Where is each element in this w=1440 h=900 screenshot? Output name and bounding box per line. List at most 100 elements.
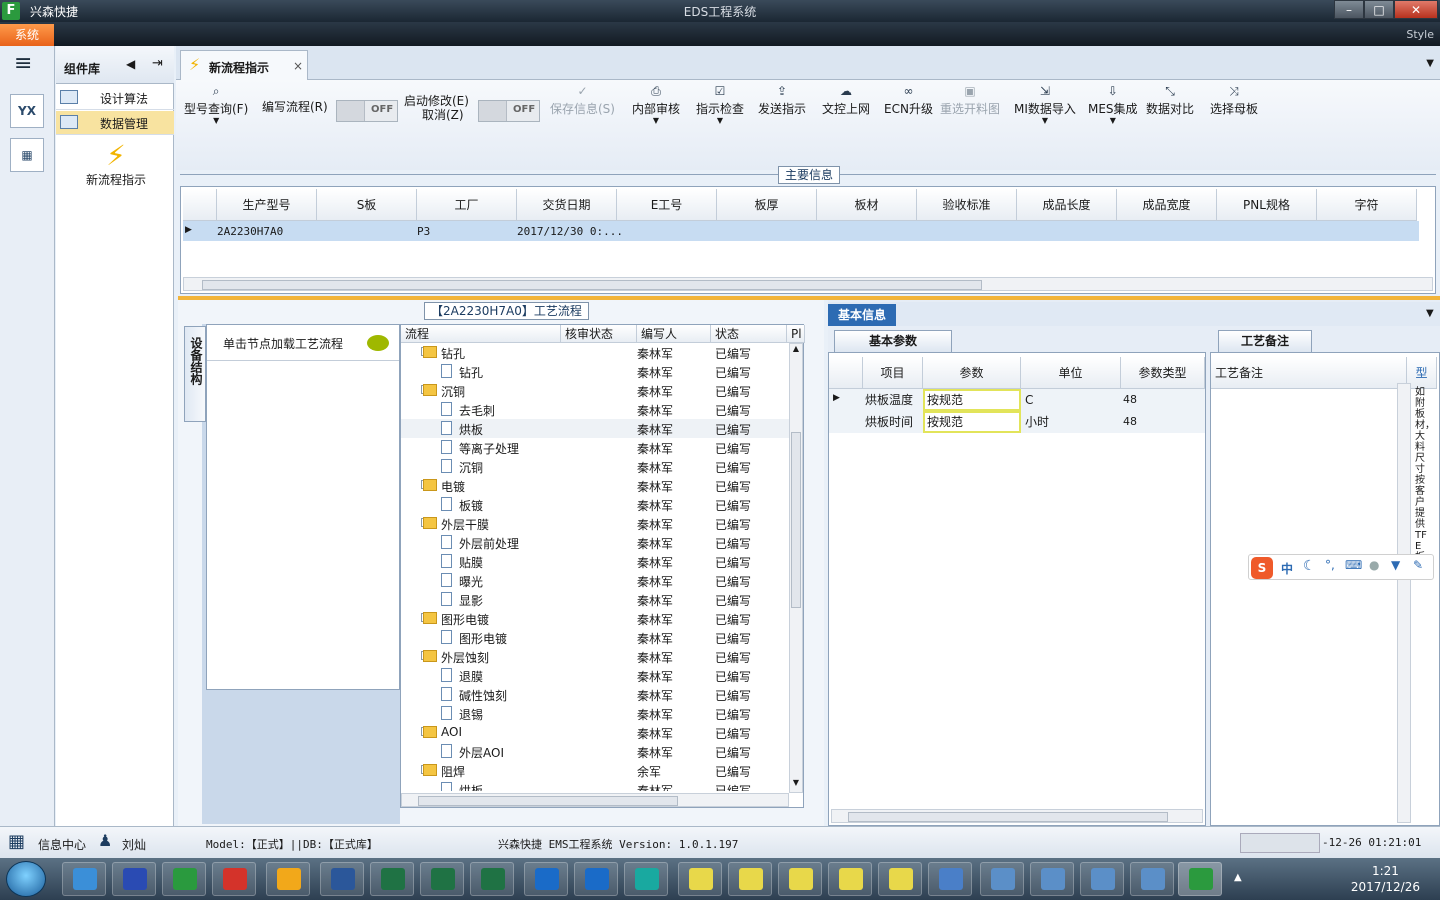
cell-param-input[interactable]: 按规范 [923,411,1021,433]
scroll-up-icon[interactable]: ▲ [791,344,801,356]
maximize-button[interactable]: □ [1364,0,1394,19]
taskbar-x-1[interactable] [678,862,722,896]
col-header[interactable]: 板厚 [717,189,817,221]
style-menu[interactable]: Style [1406,28,1434,41]
yx-factory-icon[interactable]: YX [10,94,44,128]
col-header[interactable]: 工艺备注 [1211,357,1407,389]
tab-dropdown-icon[interactable]: ▼ [1426,58,1434,69]
col-header[interactable]: 型 [1407,357,1437,389]
cell-factory[interactable]: P3 [417,225,430,238]
taskbar-img-1[interactable] [980,862,1024,896]
taskbar-excel-1[interactable] [370,862,414,896]
col-header[interactable]: 板材 [817,189,917,221]
taskbar-ie[interactable] [62,862,106,896]
cell-item[interactable]: 烘板温度 [865,389,913,411]
ime-mode-label[interactable]: 中 [1281,560,1293,577]
user-icon[interactable]: ● [1369,558,1379,572]
col-header[interactable]: 参数类型 [1121,357,1205,389]
col-header[interactable]: 状态 [711,325,787,343]
cell-unit[interactable]: 小时 [1025,411,1049,433]
taskbar-shell[interactable] [266,862,310,896]
taskbar-word[interactable] [320,862,364,896]
tab-close-icon[interactable]: × [293,59,303,73]
info-center-label[interactable]: 信息中心 [38,836,86,853]
col-header[interactable]: 单位 [1021,357,1121,389]
horizontal-scrollbar[interactable] [183,277,1433,291]
taskbar-excel-2[interactable] [420,862,464,896]
cell-model[interactable]: 2A2230H7A0 [217,225,283,238]
tree-row[interactable]: 外层AOI 秦林军 已编写 [401,742,791,761]
col-header[interactable]: 工厂 [417,189,517,221]
write-flow-toggle[interactable]: OFF [336,100,398,122]
scroll-thumb[interactable] [791,432,801,608]
instruction-check-button[interactable]: ☑ 指示检查 ▼ [696,82,744,130]
cell-unit[interactable]: C [1025,389,1033,411]
panel-dropdown-icon[interactable]: ▼ [1426,308,1434,319]
tree-row[interactable]: −外层蚀刻秦林军已编写 [401,647,791,666]
save-info-button[interactable]: ✓ 保存信息(S) [550,82,615,130]
tree-row[interactable]: 等离子处理 秦林军 已编写 [401,438,791,457]
col-header[interactable]: 交货日期 [517,189,617,221]
cell-item[interactable]: 烘板时间 [865,411,913,433]
col-header[interactable]: 字符 [1317,189,1417,221]
cell-type[interactable]: 48 [1123,389,1137,411]
taskbar-app-f2[interactable] [574,862,618,896]
col-header[interactable]: 项目 [863,357,923,389]
tree-row[interactable]: −AOI秦林军已编写 [401,723,791,742]
col-header[interactable]: 验收标准 [917,189,1017,221]
table-row[interactable] [183,221,1419,241]
collapse-left-icon[interactable]: ◀ [126,57,135,71]
taskbar-doc[interactable] [928,862,972,896]
taskbar-img-4[interactable] [1130,862,1174,896]
taskbar-x-5[interactable] [878,862,922,896]
col-header[interactable]: PNL规格 [1217,189,1317,221]
col-header[interactable]: E工号 [617,189,717,221]
scroll-thumb[interactable] [202,280,982,290]
tree-row[interactable]: 图形电镀 秦林军 已编写 [401,628,791,647]
new-flow-button[interactable]: ⚡ 新流程指示 [86,141,146,188]
tree-row[interactable]: −钻孔秦林军已编写 [401,343,791,362]
col-header[interactable]: 成品宽度 [1117,189,1217,221]
col-header[interactable]: 流程 [401,325,561,343]
tab-new-flow[interactable]: ⚡ 新流程指示 × [180,50,308,80]
tab-process-memo[interactable]: 工艺备注 [1218,330,1312,352]
vertical-scrollbar[interactable]: ▲ ▼ [789,343,803,793]
ime-toolbar[interactable]: S 中 ☾ °, ⌨ ● ▼ ✎ [1248,554,1434,580]
model-query-button[interactable]: ⌕ 型号查询(F) ▼ [184,82,248,130]
tray-icons[interactable] [1240,833,1320,853]
col-header[interactable]: S板 [317,189,417,221]
tree-row[interactable]: 钻孔 秦林军 已编写 [401,362,791,381]
grid-icon[interactable]: ▦ [8,831,25,852]
system-menu-tab[interactable]: 系统 [0,24,54,46]
tab-device-structure[interactable]: 设备结构 [184,326,206,422]
system-tray[interactable] [1254,868,1334,888]
moon-icon[interactable]: ☾ [1303,558,1316,574]
tree-row[interactable]: 沉铜 秦林军 已编写 [401,457,791,476]
tree-row[interactable]: 退锡 秦林军 已编写 [401,704,791,723]
taskbar-img-3[interactable] [1080,862,1124,896]
punctuation-icon[interactable]: °, [1325,558,1335,572]
nav-item-data-management[interactable]: 数据管理 [56,111,174,135]
tab-basic-params[interactable]: 基本参数 [834,330,952,352]
taskbar-excel-3[interactable] [470,862,514,896]
col-header[interactable]: 成品长度 [1017,189,1117,221]
col-header[interactable]: 编写人 [637,325,711,343]
tree-row[interactable]: −图形电镀秦林军已编写 [401,609,791,628]
shirt-icon[interactable]: ▼ [1391,558,1400,572]
tray-expand-icon[interactable]: ▲ [1234,872,1242,883]
taskbar-img-2[interactable] [1030,862,1074,896]
send-instruction-button[interactable]: ⇪ 发送指示 [758,82,806,130]
tree-row[interactable]: 退膜 秦林军 已编写 [401,666,791,685]
tree-row[interactable]: −沉铜秦林军已编写 [401,381,791,400]
tree-row[interactable]: 曝光 秦林军 已编写 [401,571,791,590]
cell-param-input[interactable]: 按规范 [923,389,1021,411]
scroll-down-icon[interactable]: ▼ [791,778,801,790]
keyboard-icon[interactable]: ⌨ [1345,558,1362,572]
tree-row[interactable]: 碱性蚀刻 秦林军 已编写 [401,685,791,704]
col-header[interactable]: 核审状态 [561,325,637,343]
tree-row[interactable]: 去毛刺 秦林军 已编写 [401,400,791,419]
ecn-upgrade-button[interactable]: ∞ ECN升级 [884,82,933,130]
select-mother-board-button[interactable]: ⤨ 选择母板 [1210,82,1258,130]
cell-type[interactable]: 48 [1123,411,1137,433]
tree-row[interactable]: 烘板 秦林军 已编写 [401,780,791,791]
